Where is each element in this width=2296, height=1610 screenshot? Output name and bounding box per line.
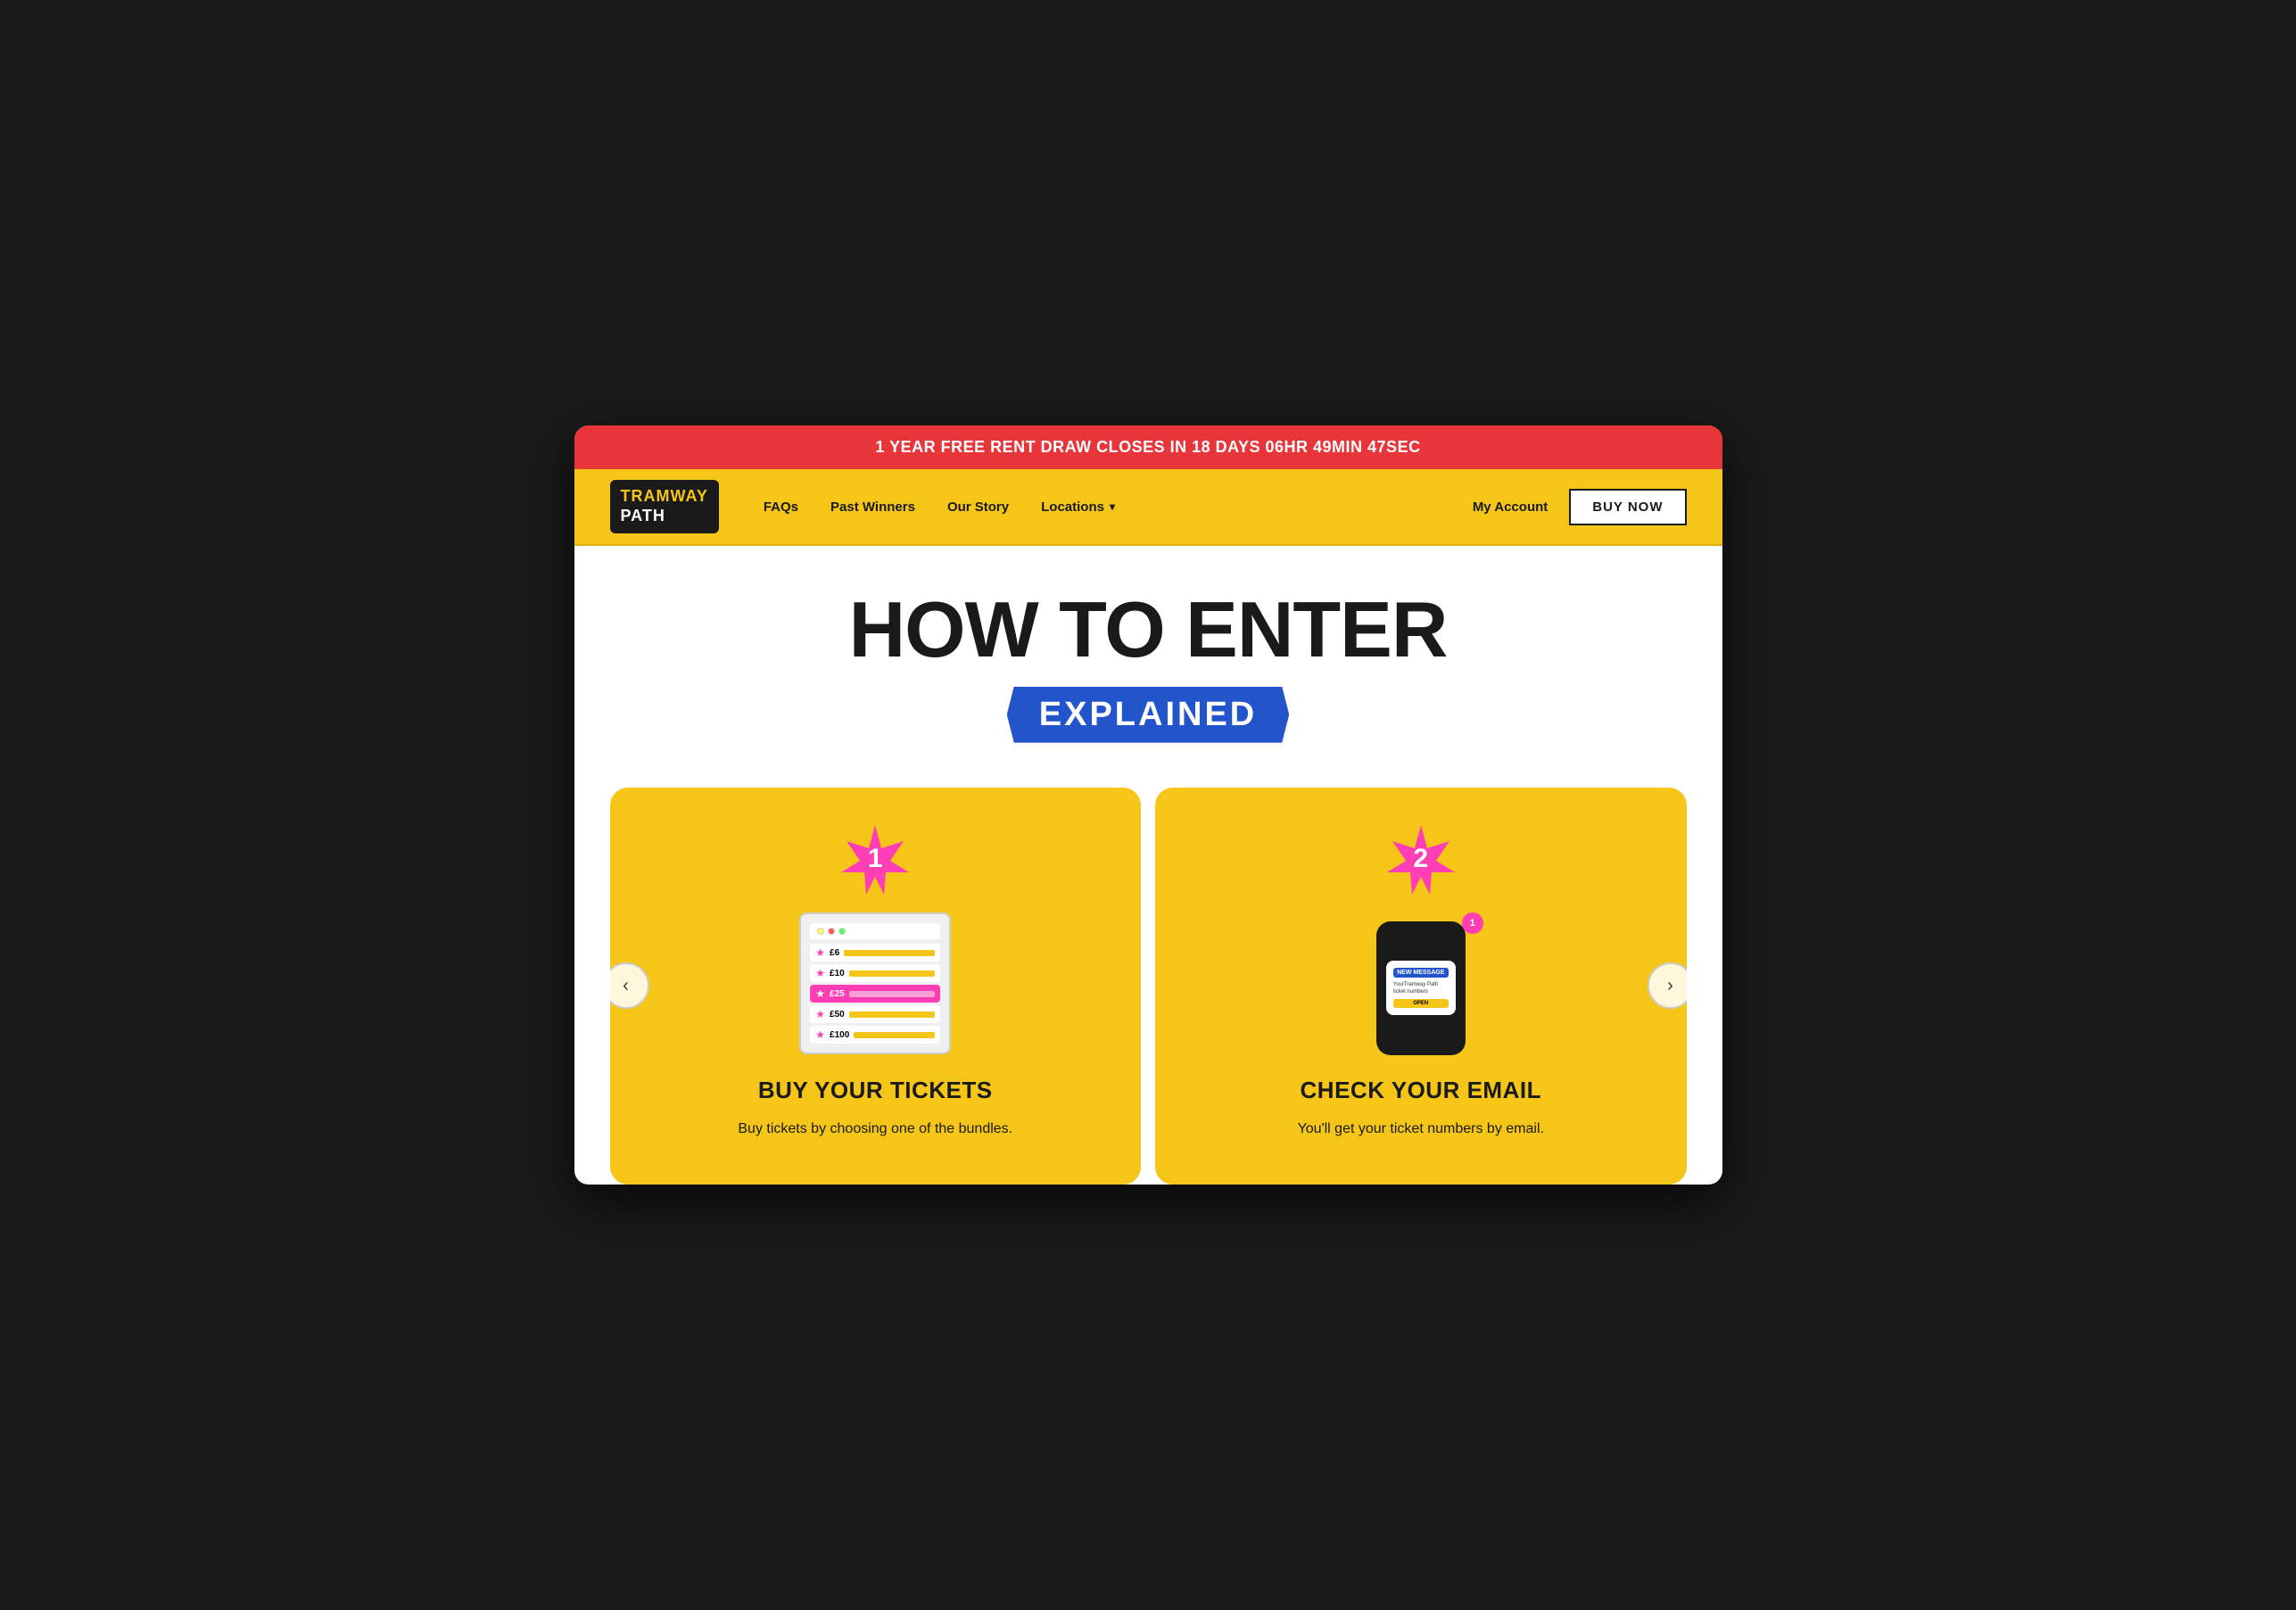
ticket-amount-5: £100 — [830, 1030, 849, 1040]
card-1-desc: Buy tickets by choosing one of the bundl… — [738, 1119, 1012, 1140]
step-number-2: 2 — [1413, 844, 1428, 874]
ticket-star-3: ★ — [815, 987, 825, 1000]
logo-line1: TRAMWAY — [621, 487, 708, 507]
ticket-rows: ★ £6 ★ £10 ★ — [810, 944, 940, 1044]
announcement-bar: 1 YEAR FREE RENT DRAW CLOSES IN 18 DAYS … — [574, 425, 1722, 469]
ticket-bundle-illustration: ★ £6 ★ £10 ★ — [799, 912, 951, 1054]
hero-title: HOW TO ENTER — [610, 590, 1687, 669]
ticket-row-4: ★ £50 — [810, 1005, 940, 1023]
ticket-bar-3 — [849, 991, 936, 997]
ticket-bar-1 — [844, 950, 935, 956]
browser-bar — [810, 923, 940, 940]
nav-link-faqs[interactable]: FAQs — [764, 500, 798, 515]
message-bubble: NEW MESSAGE YourTramway Path ticket numb… — [1386, 961, 1456, 1016]
explained-badge: EXPLAINED — [610, 687, 1687, 743]
browser-dot-1 — [817, 928, 824, 935]
message-content: YourTramway Path ticket numbers — [1393, 981, 1449, 996]
card-step-2: 2 NEW MESSAGE YourTramway Path ticket nu… — [1155, 788, 1687, 1185]
ticket-row-3: ★ £25 — [810, 985, 940, 1003]
open-button: OPEN — [1393, 999, 1449, 1008]
announcement-text: 1 YEAR FREE RENT DRAW CLOSES IN 18 DAYS … — [875, 438, 1420, 456]
browser-frame: 1 YEAR FREE RENT DRAW CLOSES IN 18 DAYS … — [574, 425, 1722, 1184]
card-2-desc: You'll get your ticket numbers by email. — [1298, 1119, 1544, 1140]
cards-wrapper: ‹ 1 — [574, 788, 1722, 1185]
ticket-bar-2 — [849, 970, 936, 977]
nav-right: My Account BUY NOW — [1473, 489, 1687, 525]
ticket-bar-5 — [854, 1032, 935, 1038]
logo-box: TRAMWAY PATH — [610, 480, 719, 533]
ticket-amount-2: £10 — [830, 969, 845, 978]
nav-link-locations-label: Locations — [1041, 500, 1104, 515]
ticket-bar-4 — [849, 1011, 936, 1018]
step-badge-2: 2 — [1385, 823, 1457, 895]
cards-container: ‹ 1 — [610, 788, 1687, 1185]
chevron-down-icon: ▾ — [1110, 500, 1115, 513]
main-content: HOW TO ENTER EXPLAINED ‹ 1 — [574, 546, 1722, 1185]
nav-link-past-winners[interactable]: Past Winners — [830, 500, 915, 515]
ticket-row-1: ★ £6 — [810, 944, 940, 962]
ticket-star-2: ★ — [815, 967, 825, 979]
chevron-left-icon: ‹ — [623, 976, 629, 996]
ticket-amount-4: £50 — [830, 1010, 845, 1020]
nav-links: FAQs Past Winners Our Story Locations ▾ — [764, 500, 1473, 515]
card-step-1: 1 ★ — [610, 788, 1142, 1185]
notification-dot: 1 — [1462, 912, 1483, 934]
ticket-row-2: ★ £10 — [810, 964, 940, 982]
new-message-badge: NEW MESSAGE — [1393, 968, 1449, 978]
ticket-amount-3: £25 — [830, 989, 845, 999]
card-2-illustration: NEW MESSAGE YourTramway Path ticket numb… — [1341, 912, 1501, 1055]
step-number-1: 1 — [868, 844, 883, 874]
chevron-right-icon: › — [1667, 976, 1673, 996]
card-2-title: CHECK YOUR EMAIL — [1301, 1077, 1541, 1104]
ticket-star-5: ★ — [815, 1028, 825, 1041]
phone-email-wrapper: NEW MESSAGE YourTramway Path ticket numb… — [1350, 912, 1492, 1055]
carousel-next-button[interactable]: › — [1648, 962, 1687, 1009]
card-1-illustration: ★ £6 ★ £10 ★ — [795, 912, 955, 1055]
step-badge-1: 1 — [839, 823, 911, 895]
nav-link-locations[interactable]: Locations ▾ — [1041, 500, 1115, 515]
explained-text: EXPLAINED — [1007, 687, 1289, 743]
buy-now-button[interactable]: BUY NOW — [1569, 489, 1686, 525]
ticket-row-5: ★ £100 — [810, 1026, 940, 1044]
my-account-link[interactable]: My Account — [1473, 500, 1548, 515]
ticket-star-1: ★ — [815, 946, 825, 959]
card-1-title: BUY YOUR TICKETS — [758, 1077, 993, 1104]
ticket-amount-1: £6 — [830, 948, 839, 958]
phone-body: NEW MESSAGE YourTramway Path ticket numb… — [1376, 921, 1466, 1055]
ticket-star-4: ★ — [815, 1008, 825, 1020]
navbar: TRAMWAY PATH FAQs Past Winners Our Story… — [574, 469, 1722, 545]
browser-dot-2 — [828, 928, 835, 935]
logo[interactable]: TRAMWAY PATH — [610, 480, 719, 533]
logo-line2: PATH — [621, 507, 708, 526]
nav-link-our-story[interactable]: Our Story — [947, 500, 1009, 515]
browser-dot-3 — [838, 928, 846, 935]
